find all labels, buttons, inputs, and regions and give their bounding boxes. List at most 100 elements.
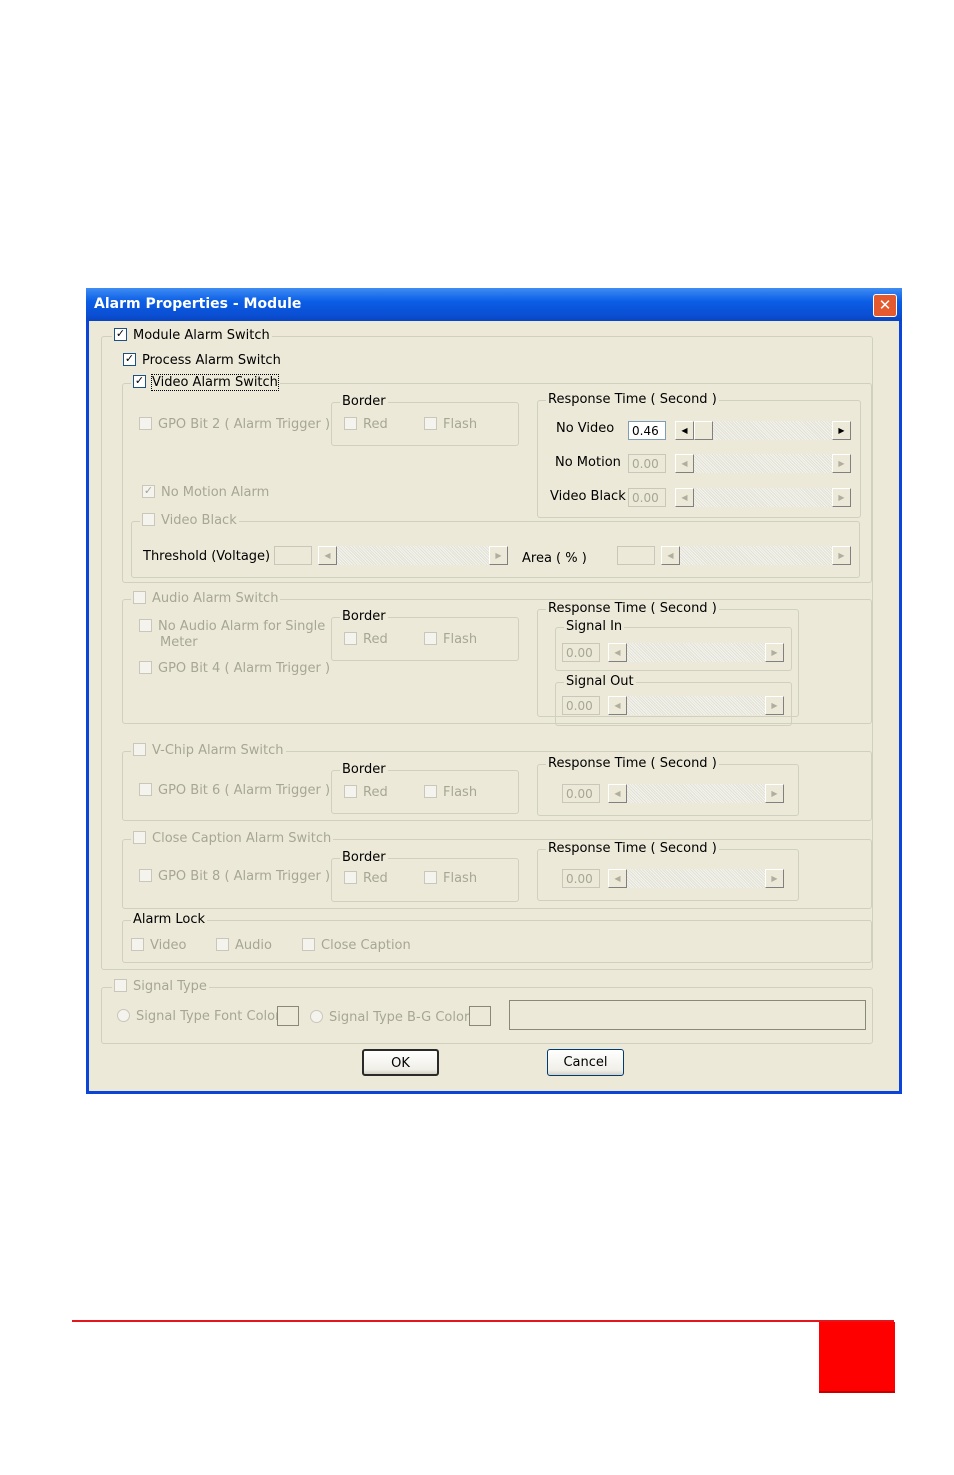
signal-type-switch[interactable]: Signal Type xyxy=(112,979,209,995)
scroll-left-icon[interactable]: ◀ xyxy=(675,421,694,440)
audio-gpo-checkbox[interactable] xyxy=(139,661,152,674)
video-alarm-switch[interactable]: ✓ Video Alarm Switch xyxy=(131,374,280,391)
vchip-flash-checkbox[interactable] xyxy=(424,785,437,798)
threshold-slider[interactable]: ◀ ▶ xyxy=(318,546,508,565)
no-audio-alarm-checkbox[interactable] xyxy=(139,619,152,632)
cc-red-checkbox[interactable] xyxy=(344,871,357,884)
video-black-checkbox[interactable] xyxy=(142,513,155,526)
threshold-field[interactable] xyxy=(274,546,312,565)
no-motion-alarm-option[interactable]: ✓ No Motion Alarm xyxy=(142,485,269,501)
no-motion-field[interactable]: 0.00 xyxy=(628,454,666,473)
audio-gpo-option[interactable]: GPO Bit 4 ( Alarm Trigger ) xyxy=(139,661,330,677)
cc-gpo-checkbox[interactable] xyxy=(139,869,152,882)
scroll-right-icon[interactable]: ▶ xyxy=(832,421,851,440)
video-black-field[interactable]: 0.00 xyxy=(628,488,666,507)
video-border-red[interactable]: Red xyxy=(344,417,388,433)
audio-alarm-switch[interactable]: Audio Alarm Switch xyxy=(131,591,281,607)
module-alarm-checkbox[interactable]: ✓ xyxy=(114,328,127,341)
video-flash-checkbox[interactable] xyxy=(424,417,437,430)
lock-cc-label: Close Caption xyxy=(321,938,411,953)
no-audio-alarm-option[interactable]: No Audio Alarm for Single xyxy=(139,619,325,635)
vchip-alarm-switch[interactable]: V-Chip Alarm Switch xyxy=(131,743,286,759)
scroll-right-icon[interactable]: ▶ xyxy=(832,488,851,507)
audio-flash-checkbox[interactable] xyxy=(424,632,437,645)
scroll-left-icon[interactable]: ◀ xyxy=(318,546,337,565)
cc-alarm-switch[interactable]: Close Caption Alarm Switch xyxy=(131,831,334,847)
audio-alarm-checkbox[interactable] xyxy=(133,591,146,604)
scroll-left-icon[interactable]: ◀ xyxy=(661,546,680,565)
signal-in-field[interactable]: 0.00 xyxy=(562,643,600,662)
vchip-gpo-option[interactable]: GPO Bit 6 ( Alarm Trigger ) xyxy=(139,783,330,799)
lock-cc-option[interactable]: Close Caption xyxy=(302,938,411,954)
video-border-flash[interactable]: Flash xyxy=(424,417,477,433)
video-red-label: Red xyxy=(363,417,388,432)
video-black-slider[interactable]: ◀ ▶ xyxy=(675,488,851,507)
scroll-right-icon[interactable]: ▶ xyxy=(765,869,784,888)
lock-audio-option[interactable]: Audio xyxy=(216,938,272,954)
vchip-alarm-checkbox[interactable] xyxy=(133,743,146,756)
scroll-right-icon[interactable]: ▶ xyxy=(489,546,508,565)
vchip-gpo-checkbox[interactable] xyxy=(139,783,152,796)
area-slider[interactable]: ◀ ▶ xyxy=(661,546,851,565)
scroll-left-icon[interactable]: ◀ xyxy=(608,869,627,888)
vchip-red-checkbox[interactable] xyxy=(344,785,357,798)
signal-out-field[interactable]: 0.00 xyxy=(562,696,600,715)
video-red-checkbox[interactable] xyxy=(344,417,357,430)
lock-audio-checkbox[interactable] xyxy=(216,938,229,951)
no-video-slider[interactable]: ◀ ▶ xyxy=(675,421,851,440)
slider-thumb[interactable] xyxy=(694,421,713,440)
cc-response-field[interactable]: 0.00 xyxy=(562,869,600,888)
cc-border-flash[interactable]: Flash xyxy=(424,871,477,887)
audio-border-red[interactable]: Red xyxy=(344,632,388,648)
lock-video-option[interactable]: Video xyxy=(131,938,186,954)
no-video-field[interactable]: 0.46 xyxy=(628,421,666,440)
vchip-border-red[interactable]: Red xyxy=(344,785,388,801)
no-motion-alarm-checkbox[interactable]: ✓ xyxy=(142,485,155,498)
signal-type-checkbox[interactable] xyxy=(114,979,127,992)
scroll-right-icon[interactable]: ▶ xyxy=(765,696,784,715)
audio-red-checkbox[interactable] xyxy=(344,632,357,645)
scroll-right-icon[interactable]: ▶ xyxy=(832,454,851,473)
cancel-button[interactable]: Cancel xyxy=(547,1049,624,1076)
scroll-left-icon[interactable]: ◀ xyxy=(675,454,694,473)
module-alarm-switch[interactable]: ✓ Module Alarm Switch xyxy=(112,328,272,344)
cc-border-red[interactable]: Red xyxy=(344,871,388,887)
lock-video-checkbox[interactable] xyxy=(131,938,144,951)
video-black-switch[interactable]: Video Black xyxy=(140,513,239,529)
vchip-response-field[interactable]: 0.00 xyxy=(562,784,600,803)
bg-color-option[interactable]: Signal Type B-G Color xyxy=(310,1010,469,1026)
font-color-radio[interactable] xyxy=(117,1009,130,1022)
bg-color-swatch[interactable] xyxy=(469,1006,491,1026)
lock-cc-checkbox[interactable] xyxy=(302,938,315,951)
scroll-left-icon[interactable]: ◀ xyxy=(675,488,694,507)
title-bar[interactable]: Alarm Properties - Module ✕ xyxy=(86,288,902,321)
cc-gpo-option[interactable]: GPO Bit 8 ( Alarm Trigger ) xyxy=(139,869,330,885)
signal-out-slider[interactable]: ◀ ▶ xyxy=(608,696,784,715)
video-gpo-option[interactable]: GPO Bit 2 ( Alarm Trigger ) xyxy=(139,417,330,433)
process-alarm-switch[interactable]: ✓ Process Alarm Switch xyxy=(123,353,281,369)
scroll-left-icon[interactable]: ◀ xyxy=(608,643,627,662)
audio-border-flash[interactable]: Flash xyxy=(424,632,477,648)
scroll-left-icon[interactable]: ◀ xyxy=(608,784,627,803)
cc-flash-checkbox[interactable] xyxy=(424,871,437,884)
audio-flash-label: Flash xyxy=(443,632,478,647)
font-color-swatch[interactable] xyxy=(277,1006,299,1026)
video-gpo-checkbox[interactable] xyxy=(139,417,152,430)
close-button[interactable]: ✕ xyxy=(873,294,897,317)
area-field[interactable] xyxy=(617,546,655,565)
scroll-left-icon[interactable]: ◀ xyxy=(608,696,627,715)
scroll-right-icon[interactable]: ▶ xyxy=(765,784,784,803)
signal-in-slider[interactable]: ◀ ▶ xyxy=(608,643,784,662)
process-alarm-checkbox[interactable]: ✓ xyxy=(123,353,136,366)
scroll-right-icon[interactable]: ▶ xyxy=(765,643,784,662)
cc-alarm-checkbox[interactable] xyxy=(133,831,146,844)
vchip-response-slider[interactable]: ◀ ▶ xyxy=(608,784,784,803)
no-motion-slider[interactable]: ◀ ▶ xyxy=(675,454,851,473)
vchip-border-flash[interactable]: Flash xyxy=(424,785,477,801)
bg-color-radio[interactable] xyxy=(310,1010,323,1023)
scroll-right-icon[interactable]: ▶ xyxy=(832,546,851,565)
ok-button[interactable]: OK xyxy=(362,1049,439,1076)
video-alarm-checkbox[interactable]: ✓ xyxy=(133,375,146,388)
cc-response-slider[interactable]: ◀ ▶ xyxy=(608,869,784,888)
font-color-option[interactable]: Signal Type Font Color xyxy=(117,1009,280,1025)
